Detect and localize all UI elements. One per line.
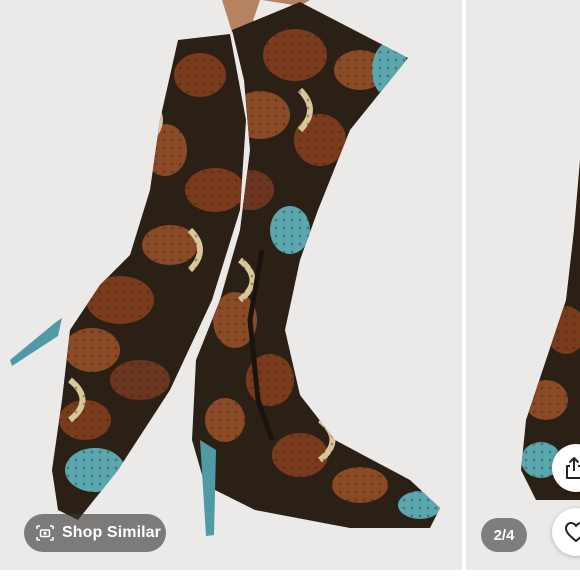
heart-icon — [564, 521, 580, 543]
product-photo[interactable] — [0, 0, 462, 570]
image-counter: 2/4 — [481, 518, 527, 552]
shop-similar-label: Shop Similar — [62, 524, 161, 541]
photo-carousel[interactable]: Shop Similar 2/4 — [0, 0, 580, 570]
share-icon — [564, 456, 580, 480]
camera-search-icon — [36, 525, 54, 541]
boots-illustration — [10, 0, 440, 536]
shop-similar-button[interactable]: Shop Similar — [24, 514, 166, 552]
